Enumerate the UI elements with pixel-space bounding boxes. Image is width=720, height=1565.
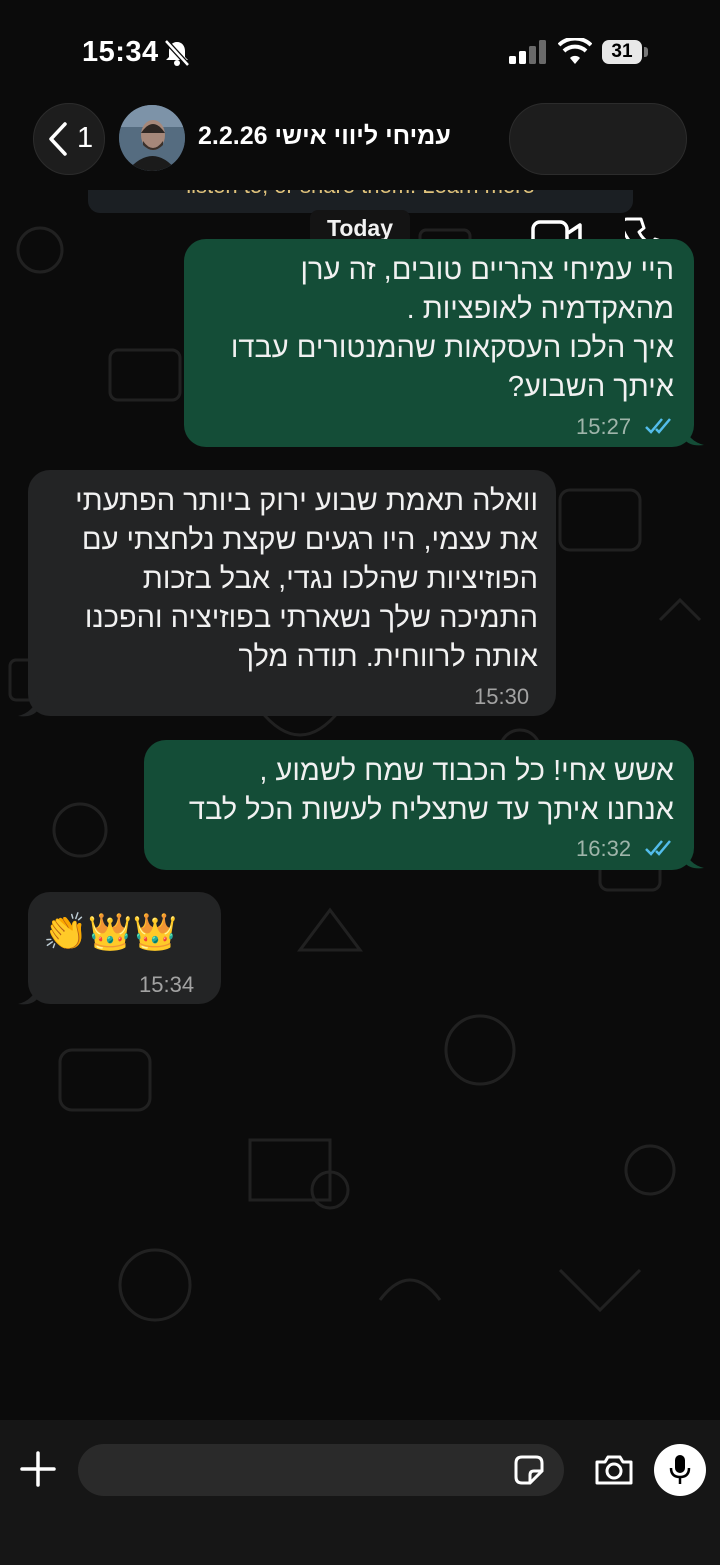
- avatar-photo: [119, 105, 185, 171]
- status-time: 15:34: [82, 36, 159, 68]
- battery-icon: 31: [602, 40, 642, 64]
- message-time: 16:32: [576, 836, 632, 861]
- call-actions: [509, 103, 687, 175]
- outgoing-message[interactable]: היי עמיחי צהריים טובים, זה ערן מהאקדמיה …: [184, 239, 694, 447]
- message-input-bar: [0, 1420, 720, 1565]
- message-input[interactable]: [78, 1444, 564, 1496]
- read-receipt-icon: [645, 840, 671, 856]
- message-text: אשש אחי! כל הכבוד שמח לשמוע , אנחנו איתך…: [188, 755, 674, 826]
- status-bar: 15:34 31: [0, 0, 720, 100]
- message-time: 15:34: [139, 972, 195, 997]
- incoming-message[interactable]: וואלה תאמת שבוע ירוק ביותר הפתעתי את עצמ…: [28, 470, 556, 716]
- unread-count: 1: [77, 122, 94, 154]
- message-emoji: 👏👑👑: [43, 911, 178, 952]
- plus-icon[interactable]: [20, 1451, 56, 1487]
- back-button[interactable]: 1: [33, 103, 105, 175]
- bubble-tail: [18, 984, 38, 1005]
- battery-tip: [644, 47, 648, 57]
- message-time: 15:27: [576, 414, 632, 439]
- outgoing-message[interactable]: אשש אחי! כל הכבוד שמח לשמוע , אנחנו איתך…: [144, 740, 694, 870]
- microphone-icon: [669, 1455, 691, 1484]
- sticker-icon[interactable]: [512, 1453, 546, 1487]
- camera-icon[interactable]: [594, 1454, 634, 1486]
- chat-header: 1 עמיחי ליווי אישי 2.2.26: [0, 100, 720, 256]
- bubble-tail: [18, 696, 38, 717]
- message-text: וואלה תאמת שבוע ירוק ביותר הפתעתי את עצמ…: [75, 485, 538, 673]
- avatar[interactable]: [119, 105, 185, 171]
- wifi-icon: [558, 38, 592, 64]
- chevron-left-icon: [49, 122, 67, 156]
- bubble-tail: [684, 848, 704, 869]
- bubble-tail: [684, 425, 704, 446]
- signal-icon: [509, 40, 546, 64]
- message-text: היי עמיחי צהריים טובים, זה ערן מהאקדמיה …: [230, 254, 674, 403]
- contact-name[interactable]: עמיחי ליווי אישי 2.2.26: [198, 122, 468, 151]
- read-receipt-icon: [645, 418, 671, 434]
- bell-slash-icon: [164, 39, 190, 67]
- microphone-button[interactable]: [654, 1444, 706, 1496]
- message-time: 15:30: [474, 684, 530, 709]
- incoming-message[interactable]: 👏👑👑 15:34: [28, 892, 221, 1004]
